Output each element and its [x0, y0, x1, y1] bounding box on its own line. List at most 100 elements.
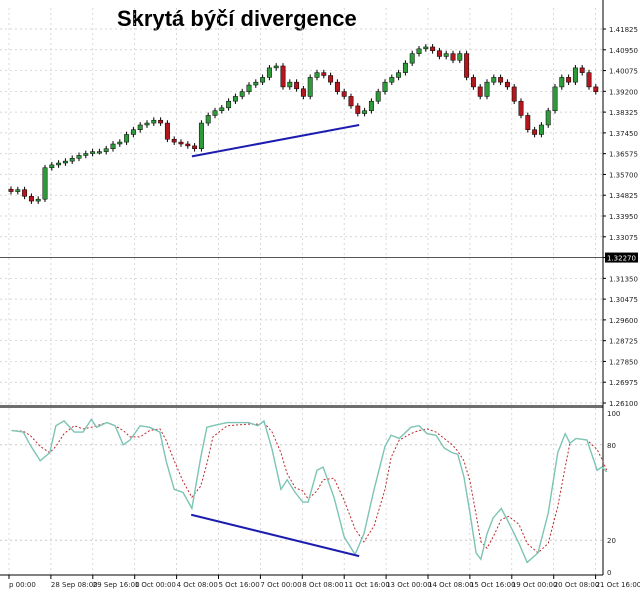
candle-bullish — [117, 141, 123, 145]
price-tick-label: 1.27850 — [609, 358, 638, 366]
price-tick-label: 1.39200 — [609, 88, 638, 96]
candle-bullish — [266, 67, 272, 78]
price-tick-label: 1.41825 — [609, 26, 638, 34]
candle-bearish — [504, 81, 510, 88]
x-tick-label: 21 Oct 16:00 — [596, 581, 640, 589]
candle-bullish — [35, 198, 41, 202]
price-tick-label: 1.30475 — [609, 296, 638, 304]
candle-bullish — [396, 72, 402, 78]
candle-bearish — [321, 72, 327, 76]
candle-bullish — [124, 134, 130, 143]
price-tick-label: 1.26100 — [609, 400, 638, 408]
candle-bullish — [246, 84, 252, 92]
candle-bullish — [273, 65, 279, 69]
candle-bearish — [348, 96, 354, 107]
candle-bullish — [205, 115, 211, 124]
price-tick-label: 1.33950 — [609, 213, 638, 221]
candle-bullish — [137, 124, 143, 130]
price-tick-label: 1.29600 — [609, 317, 638, 325]
price-tick-label: 1.37450 — [609, 130, 638, 138]
x-tick-label: 5 Oct 16:00 — [219, 581, 260, 589]
current-price-label: 1.32270 — [607, 255, 636, 263]
candle-bullish — [212, 110, 218, 116]
candle-bullish — [307, 77, 313, 97]
candle-bullish — [443, 53, 449, 57]
candle-bullish — [96, 151, 102, 154]
candle-bearish — [470, 77, 476, 88]
candle-bearish — [341, 91, 347, 97]
candle-bullish — [219, 107, 225, 111]
candle-bullish — [572, 67, 578, 83]
candle-bullish — [368, 100, 374, 111]
panel-separator — [0, 405, 603, 408]
indicator-tick-label: 0 — [607, 569, 611, 577]
candle-bearish — [8, 188, 14, 192]
candle-bearish — [178, 141, 184, 145]
x-tick-label: 1 Oct 00:00 — [135, 581, 176, 589]
x-tick-label: 15 Oct 16:00 — [470, 581, 516, 589]
candle-bullish — [15, 189, 21, 192]
candle-bearish — [579, 67, 585, 73]
indicator-divergence-line — [190, 513, 360, 558]
candle-bullish — [491, 77, 497, 83]
candle-bearish — [300, 88, 306, 97]
candle-bearish — [430, 46, 436, 52]
candle-bullish — [144, 122, 150, 126]
candle-bearish — [192, 145, 198, 150]
price-tick-label: 1.35700 — [609, 171, 638, 179]
candle-bearish — [280, 65, 286, 88]
x-tick-label: 4 Oct 08:00 — [177, 581, 218, 589]
indicator-tick-label: 20 — [607, 537, 616, 545]
candle-bullish — [110, 143, 116, 150]
candle-bearish — [355, 105, 361, 114]
x-tick-label: 29 Sep 16:00 — [93, 581, 140, 589]
candle-bearish — [593, 86, 599, 92]
candle-bullish — [545, 110, 551, 126]
candle-bearish — [586, 72, 592, 88]
candle-bullish — [402, 62, 408, 73]
candle-bearish — [498, 77, 504, 83]
candle-bullish — [552, 86, 558, 111]
candle-bearish — [532, 129, 538, 135]
candle-bullish — [226, 100, 232, 109]
candle-bullish — [382, 81, 388, 92]
candle-bullish — [198, 122, 204, 150]
candle-bullish — [484, 81, 490, 97]
candle-bullish — [389, 77, 395, 83]
price-tick-label: 1.31350 — [609, 275, 638, 283]
candle-bearish — [566, 77, 572, 83]
candle-bullish — [56, 162, 62, 166]
candle-bullish — [90, 151, 96, 154]
candle-bullish — [314, 72, 320, 78]
indicator-tick-label: 100 — [607, 410, 620, 418]
candle-bullish — [253, 81, 259, 86]
x-tick-label: 11 Oct 16:00 — [344, 581, 390, 589]
price-tick-label: 1.34825 — [609, 192, 638, 200]
x-tick-label: 13 Oct 00:00 — [386, 581, 432, 589]
candle-bullish — [69, 158, 75, 162]
candle-bearish — [185, 143, 191, 147]
stochastic-signal-line — [11, 421, 608, 554]
candle-bullish — [130, 129, 136, 135]
candle-bearish — [171, 138, 177, 143]
candle-bullish — [49, 164, 55, 169]
chart-area: p 00:00 28 Sep 08:0029 Sep 16:001 Oct 00:… — [0, 0, 640, 589]
price-tick-label: 1.36575 — [609, 151, 638, 159]
candle-bearish — [477, 86, 483, 97]
x-tick-label: 19 Oct 00:00 — [512, 581, 558, 589]
candle-bearish — [328, 75, 334, 83]
candle-bearish — [334, 81, 340, 92]
candle-bearish — [28, 196, 34, 202]
price-tick-label: 1.38325 — [609, 109, 638, 117]
price-tick-label: 1.33075 — [609, 234, 638, 242]
price-divergence-line — [191, 123, 360, 158]
candle-bullish — [375, 91, 381, 102]
candle-bullish — [42, 167, 48, 200]
candle-bullish — [416, 48, 422, 54]
price-tick-label: 1.40075 — [609, 68, 638, 76]
candle-bearish — [511, 86, 517, 102]
price-tick-label: 1.28725 — [609, 338, 638, 346]
x-tick-label: 28 Sep 08:00 — [51, 581, 98, 589]
candle-bearish — [158, 119, 164, 124]
candle-bearish — [464, 53, 470, 78]
